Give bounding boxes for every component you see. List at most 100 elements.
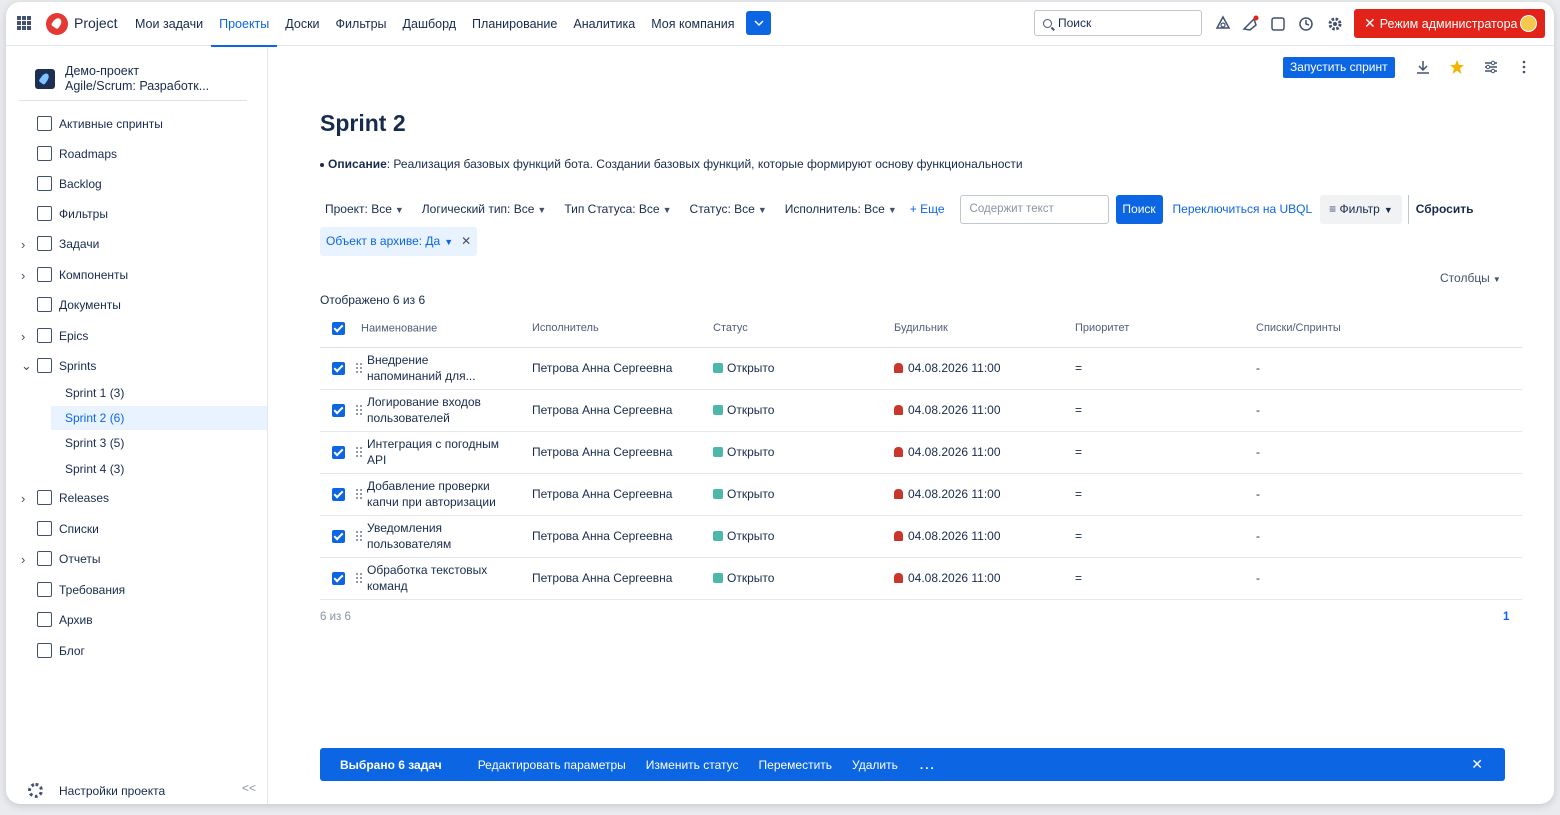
- task-name-link[interactable]: Добавление проверки капчи при авторизаци…: [367, 478, 502, 510]
- header-assignee[interactable]: Исполнитель: [532, 310, 713, 348]
- sidebar-item-1[interactable]: Roadmaps: [6, 141, 267, 167]
- favorite-star-icon[interactable]: [1449, 59, 1465, 75]
- filter-button[interactable]: ≡ Фильтр ▼: [1320, 194, 1402, 224]
- nav-item-0[interactable]: Мои задачи: [127, 2, 211, 46]
- bulk-action-2[interactable]: Переместить: [759, 758, 833, 772]
- collapse-sidebar-icon[interactable]: <<: [242, 781, 256, 795]
- sidebar-item-5[interactable]: › Компоненты: [6, 262, 267, 288]
- search-button[interactable]: Поиск: [1115, 194, 1163, 224]
- nav-item-4[interactable]: Дашборд: [395, 2, 465, 46]
- create-button[interactable]: Создать: [746, 11, 1074, 75]
- filter-dropdown-2[interactable]: Тип Статуса: Все ▼: [559, 202, 676, 216]
- settings-gear-icon[interactable]: [1326, 15, 1344, 33]
- admin-mode-button[interactable]: ✕ Режим администратора: [1354, 9, 1545, 38]
- chevron-right-icon[interactable]: ›: [21, 329, 25, 344]
- sidebar-item-2[interactable]: Backlog: [6, 171, 267, 197]
- row-checkbox[interactable]: [332, 487, 345, 501]
- drag-handle-icon[interactable]: [355, 404, 363, 416]
- download-icon[interactable]: [1415, 59, 1431, 75]
- sidebar-sprint-3[interactable]: Sprint 3 (5): [51, 431, 267, 455]
- task-name-link[interactable]: Интеграция с погодным API: [367, 436, 502, 468]
- reset-button[interactable]: Сбросить: [1407, 194, 1473, 224]
- task-name-link[interactable]: Уведомления пользователям: [367, 520, 502, 552]
- more-actions-icon[interactable]: ...: [920, 758, 936, 772]
- chevron-right-icon[interactable]: ›: [21, 552, 25, 567]
- view-settings-icon[interactable]: [1483, 59, 1499, 75]
- history-icon[interactable]: [1297, 15, 1315, 33]
- bulk-action-0[interactable]: Редактировать параметры: [478, 758, 626, 772]
- table-row[interactable]: Интеграция с погодным API Петрова Анна Се…: [320, 431, 1522, 474]
- sidebar-sprint-4[interactable]: Sprint 4 (3): [51, 457, 267, 481]
- chevron-right-icon[interactable]: ›: [21, 237, 25, 252]
- sidebar-item-9[interactable]: › Releases: [6, 485, 267, 511]
- notifications-icon[interactable]: [1241, 15, 1259, 33]
- remove-chip-icon[interactable]: ✕: [461, 234, 471, 248]
- columns-dropdown[interactable]: Столбцы ▼: [1440, 271, 1501, 285]
- create-dropdown-chevron-icon[interactable]: [746, 11, 771, 35]
- nav-item-5[interactable]: Планирование: [464, 2, 565, 46]
- sidebar-sprint-1[interactable]: Sprint 1 (3): [51, 381, 267, 405]
- row-checkbox[interactable]: [332, 403, 345, 417]
- drag-handle-icon[interactable]: [355, 572, 363, 584]
- table-row[interactable]: Добавление проверки капчи при авторизаци…: [320, 473, 1522, 516]
- more-filters-link[interactable]: + Еще: [910, 202, 945, 216]
- sidebar-item-7[interactable]: › Epics: [6, 323, 267, 349]
- sidebar-item-10[interactable]: Списки: [6, 516, 267, 542]
- row-checkbox[interactable]: [332, 361, 345, 375]
- bulk-action-1[interactable]: Изменить статус: [646, 758, 739, 772]
- nav-item-1[interactable]: Проекты: [211, 2, 278, 47]
- contains-text-input[interactable]: Содержит текст: [959, 194, 1109, 224]
- app-switcher-icon[interactable]: [17, 16, 31, 30]
- sidebar-item-4[interactable]: › Задачи: [6, 231, 267, 257]
- table-row[interactable]: Обработка текстовых команд Петрова Анна С…: [320, 557, 1522, 600]
- brand-name[interactable]: Project: [74, 15, 118, 31]
- task-name-link[interactable]: Обработка текстовых команд: [367, 562, 502, 594]
- notes-icon[interactable]: [1269, 15, 1287, 33]
- recycle-icon[interactable]: [1214, 15, 1232, 33]
- drag-handle-icon[interactable]: [355, 488, 363, 500]
- table-row[interactable]: Логирование входов пользователей Петрова …: [320, 389, 1522, 432]
- nav-item-3[interactable]: Фильтры: [328, 2, 395, 46]
- nav-item-2[interactable]: Доски: [277, 2, 327, 46]
- select-all-checkbox[interactable]: [332, 321, 345, 335]
- table-row[interactable]: Уведомления пользователям Петрова Анна Се…: [320, 515, 1522, 558]
- pagination-page-1[interactable]: 1: [1503, 611, 1509, 623]
- row-checkbox[interactable]: [332, 571, 345, 585]
- drag-handle-icon[interactable]: [355, 530, 363, 542]
- filter-dropdown-0[interactable]: Проект: Все ▼: [320, 202, 409, 216]
- header-status[interactable]: Статус: [713, 310, 894, 348]
- nav-item-7[interactable]: Моя компания: [643, 2, 742, 46]
- global-search-input[interactable]: Поиск: [1034, 10, 1202, 36]
- header-alarm[interactable]: Будильник: [894, 310, 1075, 348]
- drag-handle-icon[interactable]: [355, 362, 363, 374]
- header-lists-sprints[interactable]: Списки/Спринты: [1256, 310, 1522, 348]
- archive-filter-chip[interactable]: Объект в архиве: Да ▼ ✕: [320, 227, 478, 256]
- sidebar-item-8[interactable]: ⌄ Sprints: [6, 353, 267, 379]
- close-bulk-bar-icon[interactable]: ✕: [1471, 756, 1483, 773]
- filter-dropdown-4[interactable]: Исполнитель: Все ▼: [780, 202, 902, 216]
- chevron-right-icon[interactable]: ›: [21, 491, 25, 506]
- filter-dropdown-3[interactable]: Статус: Все ▼: [685, 202, 772, 216]
- row-checkbox[interactable]: [332, 445, 345, 459]
- filter-dropdown-1[interactable]: Логический тип: Все ▼: [417, 202, 552, 216]
- sidebar-item-11[interactable]: › Отчеты: [6, 546, 267, 572]
- row-checkbox[interactable]: [332, 529, 345, 543]
- sidebar-item-13[interactable]: Архив: [6, 607, 267, 633]
- task-name-link[interactable]: Логирование входов пользователей: [367, 394, 502, 426]
- drag-handle-icon[interactable]: [355, 446, 363, 458]
- sidebar-sprint-2[interactable]: Sprint 2 (6): [51, 406, 267, 430]
- task-name-link[interactable]: Внедрение напоминаний для...: [367, 352, 502, 384]
- sidebar-item-14[interactable]: Блог: [6, 638, 267, 664]
- nav-item-6[interactable]: Аналитика: [565, 2, 643, 46]
- sidebar-item-6[interactable]: Документы: [6, 292, 267, 318]
- header-priority[interactable]: Приоритет: [1075, 310, 1256, 348]
- sidebar-item-0[interactable]: Активные спринты: [6, 111, 267, 137]
- project-header[interactable]: Демо-проект Agile/Scrum: Разработк...: [19, 59, 247, 101]
- bulk-action-3[interactable]: Удалить: [852, 758, 898, 772]
- project-settings-link[interactable]: Настройки проекта <<: [6, 778, 267, 804]
- switch-to-ubql-link[interactable]: Переключиться на UBQL: [1173, 202, 1313, 216]
- user-avatar[interactable]: [1520, 15, 1537, 32]
- table-row[interactable]: Внедрение напоминаний для... Петрова Анна…: [320, 347, 1522, 390]
- brand-logo-icon[interactable]: [46, 13, 68, 35]
- more-vertical-icon[interactable]: [1516, 59, 1532, 75]
